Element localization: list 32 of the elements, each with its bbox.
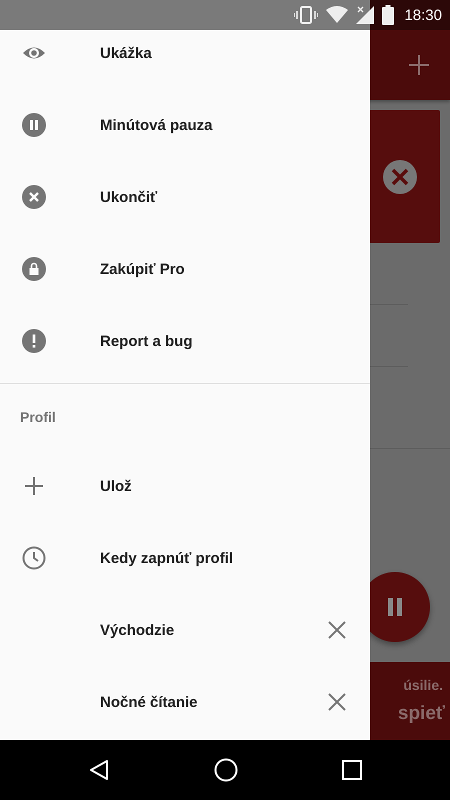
close-icon (328, 693, 346, 711)
menu-item[interactable]: Kedy zapnúť profil (0, 522, 370, 594)
profile-item[interactable]: Východzie (100, 622, 174, 638)
banner-text: spieť (398, 703, 445, 725)
pause-icon (22, 113, 46, 137)
menu-item[interactable]: Minútová pauza (0, 89, 370, 161)
cancel-icon (22, 185, 46, 209)
signal-icon (356, 6, 374, 24)
banner-text: úsilie. (403, 677, 444, 693)
remove-button[interactable] (328, 693, 346, 711)
pause-icon (388, 598, 402, 616)
home-icon (214, 758, 238, 782)
section-header: Profil (19, 408, 57, 427)
menu-item[interactable]: Ukončiť (0, 161, 370, 233)
profile-item[interactable]: Nočné čítanie (100, 694, 198, 710)
menu-item[interactable]: Zakúpiť Pro (0, 233, 370, 305)
menu-item[interactable]: Report a bug (0, 305, 370, 377)
menu-item[interactable]: Ulož (0, 450, 370, 522)
close-icon (328, 621, 346, 639)
status-time: 18:30 (404, 6, 442, 24)
clock-icon (22, 546, 46, 570)
wifi-icon (326, 6, 348, 24)
alert-icon (22, 329, 46, 353)
add-icon (408, 54, 430, 76)
remove-button[interactable] (328, 621, 346, 639)
recents-icon (342, 760, 362, 780)
close-icon (382, 158, 418, 194)
battery-icon (382, 5, 394, 25)
add-icon (22, 474, 46, 498)
vibrate-icon (294, 5, 318, 25)
back-icon (88, 759, 110, 781)
menu-item[interactable]: Ukážka (0, 30, 370, 89)
